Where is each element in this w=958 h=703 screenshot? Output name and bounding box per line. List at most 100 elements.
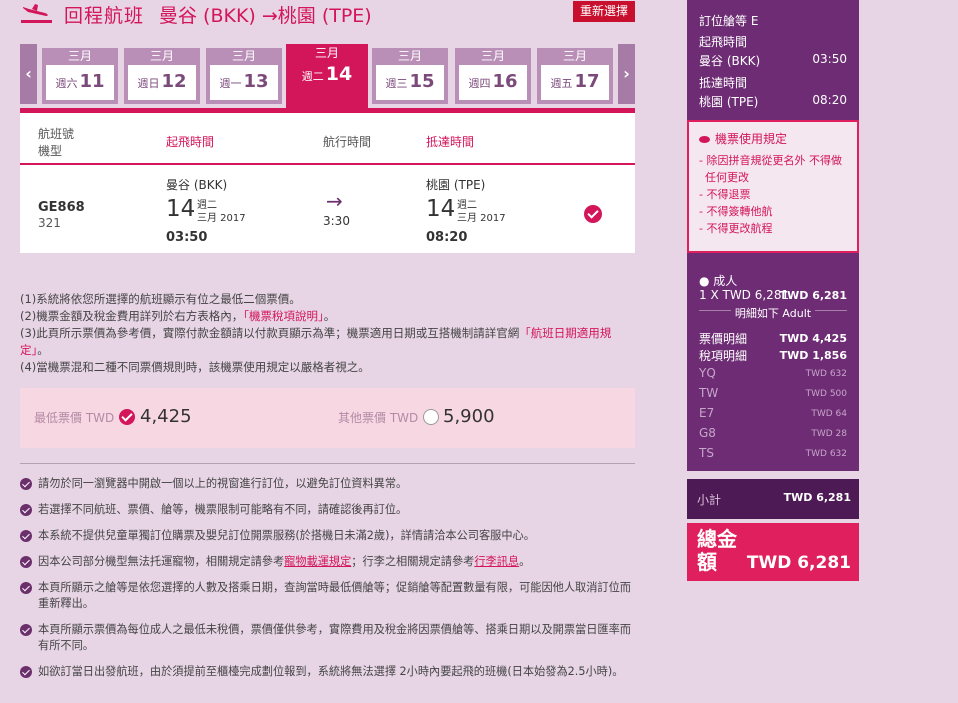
aircraft-type: 321: [38, 216, 61, 230]
rule-item: - 不得簽轉他航: [699, 205, 773, 218]
date-tab-14-selected[interactable]: 三月 週二 14: [286, 44, 368, 108]
date-selector: ‹ 三月 週六 11 三月 週日 12 三月 週一 13 三月 週二 14 三月 週三 1…: [20, 44, 635, 108]
tax-amount: TWD 28: [811, 429, 847, 439]
adult-calc: 1 X TWD 6,281: [699, 288, 790, 302]
tax-detail-label: 稅項明細: [699, 349, 748, 363]
subtotal-value: TWD 6,281: [783, 491, 851, 504]
adult-label: ● 成人: [699, 274, 738, 288]
reset-button[interactable]: 重新選擇: [572, 1, 635, 22]
total-value: TWD 6,281: [746, 553, 851, 573]
route-title: 曼谷 (BKK) →桃園 (TPE): [159, 5, 372, 27]
arrive-time: 08:20: [426, 230, 468, 245]
selected-check-icon[interactable]: [584, 205, 602, 223]
arrive-date-detail: 週二 三月 2017: [457, 200, 506, 224]
depart-day: 14: [166, 196, 196, 222]
adult-total: TWD 6,281: [779, 289, 847, 302]
tax-amount: TWD 64: [811, 409, 847, 419]
check-circle-icon: [20, 666, 32, 678]
summary-arrive-time: 08:20: [812, 93, 847, 107]
notice-item: 如欲訂當日出發航班，由於須提前至櫃檯完成劃位報到，系統將無法選擇 2小時內要起飛…: [20, 664, 635, 680]
subtotal-row: 小計 TWD 6,281: [687, 479, 859, 519]
booking-summary-sidebar: 訂位艙等 E 起飛時間 曼谷 (BKK) 03:50 抵達時間 桃園 (TPE)…: [687, 0, 859, 703]
notice-item: 本頁所顯示票價為每位成人之最低未稅價，票價僅供參考，實際費用及稅金將因票價艙等、…: [20, 622, 635, 654]
tax-code: TW: [699, 386, 719, 400]
total-label: 總金額: [697, 527, 737, 574]
summary-depart-city: 曼谷 (BKK): [699, 54, 761, 68]
other-fare-value: 5,900: [443, 406, 495, 427]
arrow-right-icon: →: [326, 189, 343, 213]
prev-dates-button[interactable]: ‹: [20, 44, 37, 104]
check-circle-icon: [20, 504, 32, 516]
next-dates-button[interactable]: ›: [618, 44, 635, 104]
check-circle-icon: [20, 530, 32, 542]
notice-item: 請勿於同一瀏覽器中開啟一個以上的視窗進行訂位，以避免訂位資料異常。: [20, 476, 635, 492]
tax-code: TS: [699, 446, 714, 460]
header-depart-time: 起飛時間: [166, 135, 215, 149]
price-breakdown: ● 成人 1 X TWD 6,281 TWD 6,281 明細如下 Adult …: [687, 253, 859, 471]
depart-time: 03:50: [166, 230, 208, 245]
header-arrive-time: 抵達時間: [426, 135, 475, 149]
depart-date-detail: 週二 三月 2017: [197, 200, 246, 224]
lowest-fare-label: 最低票價 TWD: [34, 411, 115, 425]
check-circle-icon: [20, 478, 32, 490]
check-circle-icon: [20, 624, 32, 636]
fare-detail-label: 票價明細: [699, 332, 748, 346]
tax-info-link[interactable]: 「機票稅項說明」: [243, 309, 324, 323]
tax-code: E7: [699, 406, 715, 420]
notice-item: 本系統不提供兒童單獨訂位購票及嬰兒訂位開票服務(於搭機日未滿2歲)，詳情請洽本公…: [20, 528, 635, 544]
tax-detail-value: TWD 1,856: [779, 349, 847, 362]
page-header: 回程航班 曼谷 (BKK) →桃園 (TPE) 重新選擇: [20, 0, 635, 28]
lowest-fare-value: 4,425: [140, 406, 192, 427]
page-title: 回程航班: [64, 5, 145, 27]
summary-depart-label: 起飛時間: [699, 35, 748, 49]
summary-depart-time: 03:50: [812, 52, 847, 66]
booking-class: 訂位艙等 E: [699, 14, 759, 28]
flight-duration: 3:30: [323, 214, 350, 228]
arrive-day: 14: [426, 196, 456, 222]
tax-code: G8: [699, 426, 716, 440]
flight-number: GE868: [38, 200, 85, 215]
ticket-rules-box: 機票使用規定 - 除因拼音規從更名外 不得做任何更改 - 不得退票 - 不得簽轉…: [687, 120, 859, 253]
pet-rules-link[interactable]: 寵物載運規定: [284, 555, 351, 568]
header-duration: 航行時間: [323, 135, 372, 149]
notice-item: 本頁所顯示之艙等是依您選擇的人數及搭乘日期，查詢當時最低價艙等；促銷艙等配置數量…: [20, 580, 635, 612]
date-tab-16[interactable]: 三月 週四 16: [455, 48, 531, 104]
summary-arrive-city: 桃園 (TPE): [699, 95, 759, 109]
tax-amount: TWD 632: [805, 449, 847, 459]
date-tab-12[interactable]: 三月 週日 12: [124, 48, 200, 104]
eye-icon: [699, 136, 710, 143]
summary-arrive-label: 抵達時間: [699, 76, 748, 90]
ticket-rules-title[interactable]: 機票使用規定: [699, 130, 787, 147]
table-divider: [20, 163, 635, 165]
tax-amount: TWD 500: [805, 389, 847, 399]
notice-item: 若選擇不同航班、票價、艙等，機票限制可能略有不同，請確認後再訂位。: [20, 502, 635, 518]
arrive-city: 桃園 (TPE): [426, 178, 486, 192]
other-fare-radio[interactable]: [423, 409, 439, 425]
depart-city: 曼谷 (BKK): [166, 178, 228, 192]
booking-notices: 請勿於同一瀏覽器中開啟一個以上的視窗進行訂位，以避免訂位資料異常。 若選擇不同航…: [20, 476, 635, 690]
tax-code: YQ: [699, 366, 716, 380]
rule-item: - 除因拼音規從更名外 不得做任何更改: [699, 154, 842, 184]
rule-item: - 不得退票: [699, 188, 751, 201]
flight-table: 航班號 機型 起飛時間 航行時間 抵達時間 GE868 321 曼谷 (BKK)…: [20, 108, 635, 253]
section-divider: [20, 463, 635, 464]
rule-item: - 不得更改航程: [699, 222, 773, 235]
date-tab-11[interactable]: 三月 週六 11: [42, 48, 118, 104]
date-tab-15[interactable]: 三月 週三 15: [372, 48, 448, 104]
fare-options: 最低票價 TWD 4,425 其他票價 TWD 5,900: [20, 388, 635, 448]
header-flight-no: 航班號: [38, 127, 75, 141]
ticket-rules-list: - 除因拼音規從更名外 不得做任何更改 - 不得退票 - 不得簽轉他航 - 不得…: [695, 152, 851, 237]
check-circle-icon: [20, 582, 32, 594]
breakdown-note: 明細如下 Adult: [687, 305, 859, 321]
fare-notes: (1)系統將依您所選擇的航班顯示有位之最低二個票價。 (2)機票金額及稅金費用詳…: [20, 292, 612, 374]
date-tab-17[interactable]: 三月 週五 17: [537, 48, 613, 104]
header-aircraft: 機型: [38, 144, 63, 158]
lowest-fare-radio-checked[interactable]: [119, 409, 135, 425]
fare-detail-value: TWD 4,425: [779, 332, 847, 345]
grand-total: 總金額 TWD 6,281: [687, 523, 859, 581]
date-tab-13[interactable]: 三月 週一 13: [206, 48, 282, 104]
check-circle-icon: [20, 556, 32, 568]
other-fare-label: 其他票價 TWD: [338, 411, 419, 425]
baggage-info-link[interactable]: 行李訊息: [474, 555, 519, 568]
notice-item: 因本公司部分機型無法托運寵物，相關規定請參考寵物載運規定；行李之相關規定請參考行…: [20, 554, 635, 570]
